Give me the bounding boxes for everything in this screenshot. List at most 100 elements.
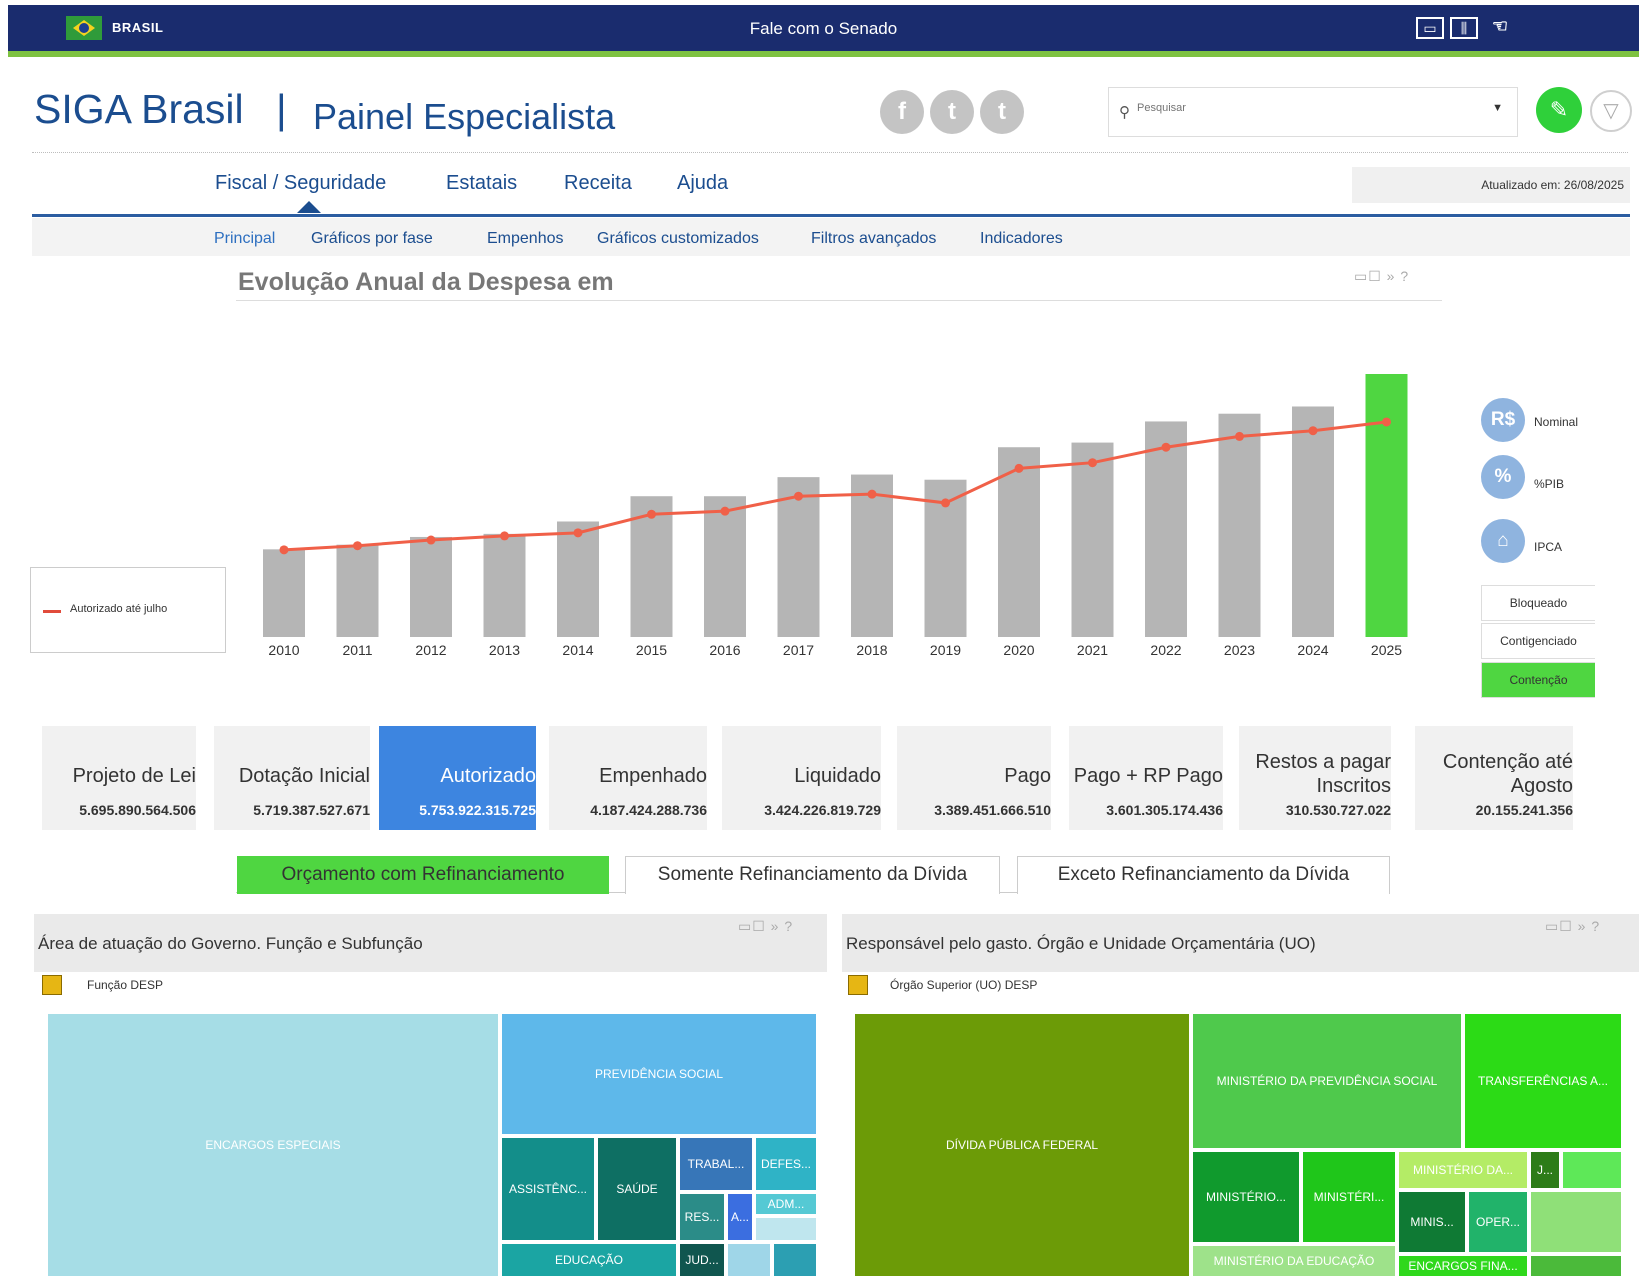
treemap-tile[interactable] bbox=[754, 1216, 818, 1242]
line-point-2023[interactable] bbox=[1235, 431, 1244, 441]
treemap-tile[interactable]: PREVIDÊNCIA SOCIAL bbox=[500, 1012, 818, 1136]
treemap-tile[interactable]: SAÚDE bbox=[596, 1136, 678, 1242]
bar-2016[interactable] bbox=[704, 496, 746, 637]
treemap-tile[interactable] bbox=[1529, 1190, 1623, 1254]
bar-2025[interactable] bbox=[1365, 374, 1408, 637]
ipca-tag-icon[interactable]: ⌂ bbox=[1481, 519, 1525, 563]
line-point-2018[interactable] bbox=[867, 489, 877, 499]
line-point-2019[interactable] bbox=[941, 498, 950, 508]
card-label: Contenção até Agosto bbox=[1442, 751, 1573, 797]
panel-tools-icons[interactable]: ▭☐ » ? bbox=[738, 918, 793, 935]
card-value: 4.187.424.288.736 bbox=[590, 802, 707, 818]
nominal-mode-button[interactable]: R$ bbox=[1481, 398, 1525, 442]
tab-somente-refinanciamento[interactable]: Somente Refinanciamento da Dívida bbox=[625, 856, 1000, 894]
treemap-tile[interactable]: ASSISTÊNC... bbox=[500, 1136, 596, 1242]
bar-2021[interactable] bbox=[1071, 442, 1114, 637]
treemap-tile[interactable]: J... bbox=[1529, 1150, 1561, 1190]
card-value: 310.530.727.022 bbox=[1285, 802, 1391, 818]
treemap-tile[interactable]: EDUCAÇÃO bbox=[500, 1242, 678, 1278]
x-tick-label: 2024 bbox=[1297, 642, 1328, 658]
treemap-tile[interactable] bbox=[1529, 1254, 1623, 1278]
treemap-tile[interactable]: OPER... bbox=[1467, 1190, 1529, 1254]
ipca-mode-label[interactable]: IPCA bbox=[1534, 540, 1562, 554]
line-point-2022[interactable] bbox=[1161, 442, 1171, 452]
line-point-2021[interactable] bbox=[1088, 458, 1097, 468]
pib-mode-label[interactable]: %PIB bbox=[1534, 477, 1564, 491]
option-contigenciado[interactable]: Contigenciado bbox=[1481, 623, 1595, 659]
treemap-tile[interactable]: A... bbox=[726, 1192, 754, 1242]
refresh-icon[interactable] bbox=[848, 975, 868, 995]
treemap-tile[interactable] bbox=[726, 1242, 772, 1278]
line-point-2015[interactable] bbox=[647, 509, 656, 519]
card-label: Autorizado bbox=[440, 765, 536, 787]
bar-2011[interactable] bbox=[336, 544, 379, 637]
card-contencao[interactable]: Contenção até Agosto 20.155.241.356 bbox=[1415, 726, 1573, 830]
treemap-tile[interactable]: JUD... bbox=[678, 1242, 726, 1278]
treemap-tile[interactable]: DÍVIDA PÚBLICA FEDERAL bbox=[853, 1012, 1191, 1278]
option-contencao[interactable]: Contenção bbox=[1481, 662, 1595, 698]
card-dotacao-inicial[interactable]: Dotação Inicial 5.719.387.527.671 bbox=[214, 726, 370, 830]
treemap-tile[interactable]: MINISTÉRIO DA... bbox=[1397, 1150, 1529, 1190]
bar-2014[interactable] bbox=[557, 521, 599, 637]
card-restos-a-pagar[interactable]: Restos a pagar Inscritos 310.530.727.022 bbox=[1239, 726, 1391, 830]
treemap-tile[interactable]: MINISTÉRIO... bbox=[1191, 1150, 1301, 1244]
card-value: 5.719.387.527.671 bbox=[253, 802, 370, 818]
legend-line-swatch bbox=[43, 610, 61, 613]
treemap-tile[interactable]: MINISTÉRIO DA EDUCAÇÃO bbox=[1191, 1244, 1397, 1278]
panel-orgao-header: Responsável pelo gasto. Órgão e Unidade … bbox=[842, 914, 1639, 972]
bar-2010[interactable] bbox=[263, 549, 305, 637]
treemap-tile[interactable]: TRANSFERÊNCIAS A... bbox=[1463, 1012, 1623, 1150]
bar-2012[interactable] bbox=[410, 536, 452, 637]
card-liquidado[interactable]: Liquidado 3.424.226.819.729 bbox=[722, 726, 881, 830]
legend-label: Autorizado até julho bbox=[70, 603, 168, 615]
treemap-tile[interactable]: RES... bbox=[678, 1192, 726, 1242]
annual-expense-chart: 2010 2011 2012 2013 2014 2015 2016 2017 2018 2019… bbox=[263, 374, 1408, 658]
line-point-2024[interactable] bbox=[1308, 426, 1318, 436]
tab-orcamento-com-refinanciamento[interactable]: Orçamento com Refinanciamento bbox=[237, 856, 609, 894]
line-point-2016[interactable] bbox=[720, 506, 730, 516]
option-bloqueado[interactable]: Bloqueado bbox=[1481, 585, 1595, 621]
treemap-tile[interactable]: ADM... bbox=[754, 1192, 818, 1216]
pib-mode-button[interactable]: % bbox=[1481, 455, 1525, 499]
treemap-tile[interactable]: ENCARGOS ESPECIAIS bbox=[46, 1012, 500, 1278]
bar-2017[interactable] bbox=[777, 477, 820, 637]
page: BRASIL Fale com o Senado ▭ ⫼ ☜ SIGA Bras… bbox=[0, 0, 1639, 1278]
treemap-tile[interactable]: ENCARGOS FINA... bbox=[1397, 1254, 1529, 1278]
treemap-tile[interactable] bbox=[772, 1242, 818, 1278]
bar-2023[interactable] bbox=[1218, 413, 1261, 637]
refresh-icon[interactable] bbox=[42, 975, 62, 995]
line-point-2012[interactable] bbox=[426, 535, 436, 545]
line-point-2025[interactable] bbox=[1382, 417, 1391, 427]
treemap-tile[interactable]: DEFES... bbox=[754, 1136, 818, 1192]
line-point-2013[interactable] bbox=[500, 531, 509, 541]
card-label: Empenhado bbox=[599, 765, 707, 787]
bar-2022[interactable] bbox=[1145, 421, 1187, 637]
nominal-mode-label[interactable]: Nominal bbox=[1534, 415, 1578, 429]
treemap-tile[interactable]: MINISTÉRIO DA PREVIDÊNCIA SOCIAL bbox=[1191, 1012, 1463, 1150]
x-tick-label: 2010 bbox=[268, 642, 299, 658]
treemap-tile[interactable]: TRABAL... bbox=[678, 1136, 754, 1192]
panel-subtitle: Órgão Superior (UO) DESP bbox=[890, 978, 1038, 992]
bar-2024[interactable] bbox=[1292, 406, 1334, 637]
card-empenhado[interactable]: Empenhado 4.187.424.288.736 bbox=[549, 726, 707, 830]
line-point-2014[interactable] bbox=[573, 528, 583, 538]
bar-2018[interactable] bbox=[851, 474, 893, 637]
card-autorizado[interactable]: Autorizado 5.753.922.315.725 bbox=[379, 726, 536, 830]
card-value: 3.601.305.174.436 bbox=[1106, 802, 1223, 818]
line-point-2020[interactable] bbox=[1014, 463, 1024, 473]
panel-tools-icons[interactable]: ▭☐ » ? bbox=[1545, 918, 1600, 935]
treemap-tile[interactable]: MINIS... bbox=[1397, 1190, 1467, 1254]
line-point-2011[interactable] bbox=[353, 541, 362, 551]
card-value: 20.155.241.356 bbox=[1475, 802, 1573, 818]
panel-subtitle: Função DESP bbox=[87, 978, 164, 992]
line-point-2010[interactable] bbox=[279, 545, 289, 555]
x-tick-label: 2015 bbox=[636, 642, 667, 658]
line-point-2017[interactable] bbox=[794, 491, 803, 501]
card-pago[interactable]: Pago 3.389.451.666.510 bbox=[897, 726, 1051, 830]
card-pago-rp-pago[interactable]: Pago + RP Pago 3.601.305.174.436 bbox=[1069, 726, 1223, 830]
treemap-tile[interactable]: MINISTÉRI... bbox=[1301, 1150, 1397, 1244]
tab-exceto-refinanciamento[interactable]: Exceto Refinanciamento da Dívida bbox=[1017, 856, 1390, 894]
bar-2013[interactable] bbox=[483, 533, 526, 637]
card-projeto-de-lei[interactable]: Projeto de Lei 5.695.890.564.506 bbox=[42, 726, 196, 830]
treemap-tile[interactable] bbox=[1561, 1150, 1623, 1190]
